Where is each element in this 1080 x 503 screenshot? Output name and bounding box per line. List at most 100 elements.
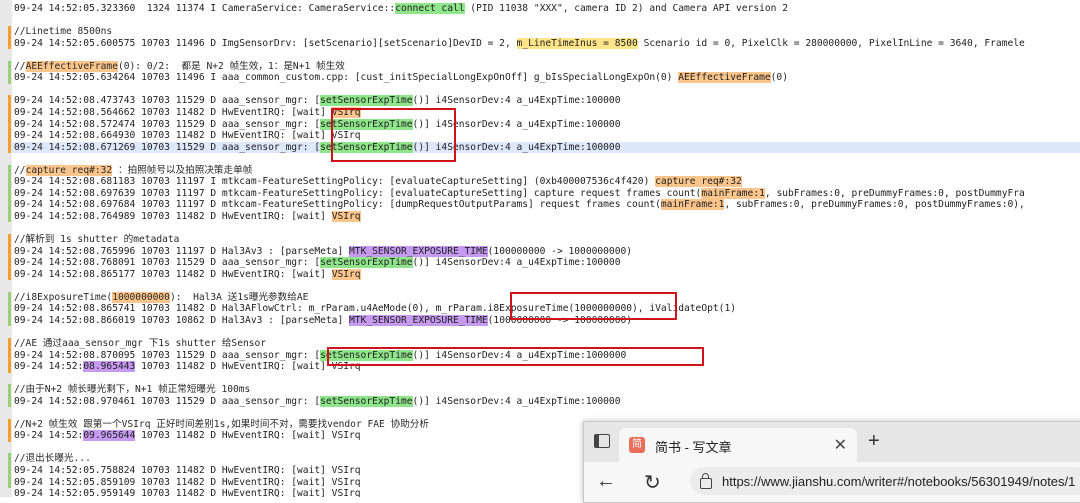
url-text: https://www.jianshu.com/writer#/notebook… bbox=[722, 474, 1076, 489]
log-line: 09-24 14:52:08.865177 10703 11482 D HwEv… bbox=[14, 268, 361, 281]
log-text: //N+2 帧生效 跟第一个VSIrq 正好时间差别1s,如果时间不对，需要找v… bbox=[14, 418, 429, 430]
log-text: 09-24 14:52:08.671269 10703 11529 D aaa_… bbox=[14, 141, 321, 153]
log-highlight: 08.965443 bbox=[83, 361, 136, 373]
address-bar[interactable]: https://www.jianshu.com/writer#/notebook… bbox=[690, 467, 1080, 495]
log-text: ()] i4SensorDev:4 a_u4ExpTime:100000 bbox=[412, 257, 621, 269]
log-text: 09-24 14:52:08.865177 10703 11482 D HwEv… bbox=[14, 268, 332, 280]
log-text: 09-24 14:52: bbox=[14, 430, 84, 442]
log-line: 09-24 14:52:08.697639 10703 11197 D mtkc… bbox=[14, 187, 1025, 200]
log-line: 09-24 14:52:05.600575 10703 11496 D ImgS… bbox=[14, 37, 1025, 50]
log-highlight: capture req#:32 bbox=[655, 176, 742, 188]
log-text: // bbox=[14, 60, 26, 72]
log-text: (0): 0/2: 都是 N+2 帧生效，1：是N+1 帧生效 bbox=[117, 60, 345, 72]
log-highlight: setSensorExpTime bbox=[320, 95, 413, 107]
log-text: (100000000 -> 1000000000) bbox=[487, 245, 633, 257]
log-highlight: m_LineTimeInus = 8500 bbox=[516, 37, 638, 49]
log-text: 09-24 14:52:08.681183 10703 11197 I mtkc… bbox=[14, 176, 656, 188]
log-line: 09-24 14:52:08.664930 10703 11482 D HwEv… bbox=[14, 130, 361, 142]
log-line: 09-24 14:52:08.764989 10703 11482 D HwEv… bbox=[14, 210, 361, 223]
change-marker bbox=[8, 164, 11, 223]
log-text: Scenario id = 0, PixelClk = 280000000, P… bbox=[637, 37, 1025, 49]
log-line: //Linetime 8500ns bbox=[14, 26, 112, 38]
log-text: ): Hal3A 送1s曝光参数给AE bbox=[169, 291, 309, 303]
log-text: //由于N+2 帧长曝光剩下，N+1 帧正常短曝光 100ms bbox=[14, 384, 251, 396]
back-button[interactable]: ← bbox=[596, 470, 616, 493]
log-text: 09-24 14:52:08.564662 10703 11482 D HwEv… bbox=[14, 106, 332, 118]
change-marker bbox=[8, 453, 11, 489]
log-highlight: 1000000000 bbox=[112, 291, 170, 303]
annotation-box bbox=[510, 292, 677, 320]
log-text: ()] i4SensorDev:4 a_u4ExpTime:100000 bbox=[412, 95, 621, 107]
log-text: 09-24 14:52: bbox=[14, 361, 84, 373]
log-text: (PID 11038 "XXX", camera ID 2) and Camer… bbox=[464, 3, 788, 14]
log-line: //退出长曝光... bbox=[14, 453, 91, 465]
log-text: 09-24 14:52:08.572474 10703 11529 D aaa_… bbox=[14, 118, 321, 130]
log-text: 09-24 14:52:05.634264 10703 11496 I aaa_… bbox=[14, 72, 679, 84]
log-line: 09-24 14:52:08.681183 10703 11197 I mtkc… bbox=[14, 176, 742, 188]
change-marker bbox=[8, 291, 11, 327]
browser-window[interactable]: 简 简书 - 写文章 ✕ + ← ↻ https://www.jianshu.c… bbox=[583, 421, 1080, 503]
log-text: 09-24 14:52:05.859109 10703 11482 D HwEv… bbox=[14, 476, 361, 488]
log-text: ()] i4SensorDev:4 a_u4ExpTime:100000 bbox=[412, 395, 621, 407]
change-marker bbox=[8, 418, 11, 442]
log-text: 09-24 14:52:08.697639 10703 11197 D mtkc… bbox=[14, 187, 702, 199]
window-menu-icon[interactable] bbox=[594, 434, 610, 448]
log-line: 09-24 14:52:08.970461 10703 11529 D aaa_… bbox=[14, 395, 621, 408]
log-highlight: capture req#:32 bbox=[25, 164, 113, 176]
annotation-box bbox=[327, 347, 704, 366]
log-text: 09-24 14:52:05.959149 10703 11482 D HwEv… bbox=[14, 488, 361, 497]
lock-icon bbox=[700, 473, 712, 489]
new-tab-button[interactable]: + bbox=[868, 430, 880, 453]
change-marker bbox=[8, 234, 11, 281]
log-text: 09-24 14:52:08.664930 10703 11482 D HwEv… bbox=[14, 130, 361, 142]
log-highlight: mainFrame:1 bbox=[701, 187, 765, 199]
change-marker bbox=[8, 384, 11, 408]
log-text: 09-24 14:52:08.764989 10703 11482 D HwEv… bbox=[14, 210, 332, 222]
log-line: //AE 通过aaa_sensor_mgr 下1s shutter 给Senso… bbox=[14, 338, 266, 350]
log-line: 09-24 14:52:05.323360 1324 11374 I Camer… bbox=[14, 3, 788, 15]
log-highlight: AEEffectiveFrame bbox=[25, 60, 118, 72]
log-text: //退出长曝光... bbox=[14, 453, 91, 465]
log-text: //Linetime 8500ns bbox=[14, 26, 113, 38]
log-line: 09-24 14:52:08.765996 10703 11197 D Hal3… bbox=[14, 245, 633, 258]
log-text: 09-24 14:52:05.600575 10703 11496 D ImgS… bbox=[14, 37, 517, 49]
log-line: 09-24 14:52:05.634264 10703 11496 I aaa_… bbox=[14, 72, 788, 84]
log-line: 09-24 14:52:08.697684 10703 11197 D mtkc… bbox=[14, 199, 1025, 211]
reload-button[interactable]: ↻ bbox=[644, 470, 661, 495]
log-text: , subFrames:0, preDummyFrames:0, postDum… bbox=[724, 199, 1025, 211]
change-marker bbox=[8, 95, 11, 154]
log-highlight: VSIrq bbox=[331, 210, 361, 222]
jianshu-favicon-icon: 简 bbox=[629, 437, 645, 453]
log-line: 09-24 14:52:05.758824 10703 11482 D HwEv… bbox=[14, 465, 361, 477]
log-text: //i8ExposureTime( bbox=[14, 291, 113, 303]
log-line: //AEEffectiveFrame(0): 0/2: 都是 N+2 帧生效，1… bbox=[14, 60, 345, 73]
close-icon[interactable]: ✕ bbox=[834, 435, 847, 455]
log-line: 09-24 14:52:09.965644 10703 11482 D HwEv… bbox=[14, 430, 361, 442]
annotation-box bbox=[331, 108, 456, 162]
log-text: 09-24 14:52:05.323360 1324 11374 I Camer… bbox=[14, 3, 396, 14]
log-text: 09-24 14:52:08.473743 10703 11529 D aaa_… bbox=[14, 95, 321, 107]
log-text: //解析到 1s shutter 的metadata bbox=[14, 234, 180, 245]
log-highlight: mainFrame:1 bbox=[660, 199, 725, 211]
log-line: //capture req#:32 ：拍照帧号以及拍照决策走单帧 bbox=[14, 164, 252, 177]
log-text: 09-24 14:52:08.765996 10703 11197 D Hal3… bbox=[14, 245, 350, 257]
log-highlight: MTK_SENSOR_EXPOSURE_TIME bbox=[349, 245, 488, 257]
log-highlight: AEEffectiveFrame bbox=[678, 72, 771, 84]
log-line: 09-24 14:52:05.859109 10703 11482 D HwEv… bbox=[14, 477, 361, 489]
log-text: 09-24 14:52:05.758824 10703 11482 D HwEv… bbox=[14, 465, 361, 476]
change-marker bbox=[8, 26, 11, 50]
log-line: 09-24 14:52:08.768091 10703 11529 D aaa_… bbox=[14, 257, 620, 269]
log-text: 09-24 14:52:08.870095 10703 11529 D aaa_… bbox=[14, 349, 321, 361]
log-text: (0) bbox=[770, 72, 788, 84]
log-highlight: 09.965644 bbox=[83, 430, 136, 442]
tab-bar: 简 简书 - 写文章 ✕ + bbox=[584, 422, 1080, 462]
log-text: , subFrames:0, preDummyFrames:0, postDum… bbox=[764, 187, 1025, 199]
tab-jianshu[interactable]: 简 简书 - 写文章 ✕ bbox=[619, 428, 857, 462]
navigation-bar: ← ↻ https://www.jianshu.com/writer#/note… bbox=[584, 462, 1080, 502]
log-line: 09-24 14:52:05.959149 10703 11482 D HwEv… bbox=[14, 488, 361, 497]
log-text: 09-24 14:52:08.697684 10703 11197 D mtkc… bbox=[14, 199, 661, 211]
log-line: //由于N+2 帧长曝光剩下，N+1 帧正常短曝光 100ms bbox=[14, 384, 250, 396]
change-marker bbox=[8, 337, 11, 373]
tab-title: 简书 - 写文章 bbox=[655, 440, 732, 455]
log-text: 09-24 14:52:08.970461 10703 11529 D aaa_… bbox=[14, 395, 321, 407]
